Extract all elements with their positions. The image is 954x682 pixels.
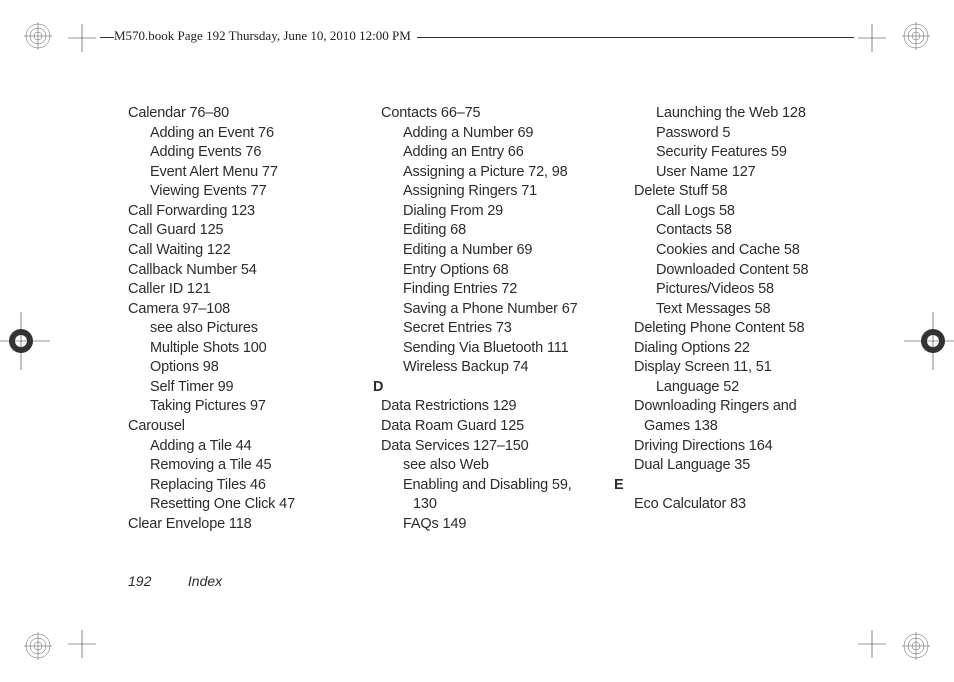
index-entry: Self Timer 99 <box>128 378 381 398</box>
index-entry: Downloading Ringers and <box>634 397 887 417</box>
index-entry: Dialing Options 22 <box>634 339 887 359</box>
index-entry: User Name 127 <box>634 163 887 183</box>
index-column-2: Contacts 66–75Adding a Number 69Adding a… <box>381 104 634 534</box>
index-entry: Wireless Backup 74 <box>381 358 634 378</box>
index-column-1: Calendar 76–80Adding an Event 76Adding E… <box>128 104 381 534</box>
footer-label: Index <box>188 573 222 589</box>
side-registration-icon <box>904 312 954 370</box>
crop-mark-icon <box>68 630 96 658</box>
index-entry: Games 138 <box>634 417 887 437</box>
index-entry: Contacts 58 <box>634 221 887 241</box>
index-entry: Pictures/Videos 58 <box>634 280 887 300</box>
index-entry: Downloaded Content 58 <box>634 261 887 281</box>
index-entry: Adding an Event 76 <box>128 124 381 144</box>
page-number: 192 <box>128 573 184 589</box>
index-entry: Call Guard 125 <box>128 221 381 241</box>
index-column-3: Launching the Web 128Password 5Security … <box>634 104 887 534</box>
index-columns: Calendar 76–80Adding an Event 76Adding E… <box>128 104 887 534</box>
index-entry: Password 5 <box>634 124 887 144</box>
index-entry: Text Messages 58 <box>634 300 887 320</box>
index-entry: Sending Via Bluetooth 111 <box>381 339 634 359</box>
index-entry: Replacing Tiles 46 <box>128 476 381 496</box>
index-entry: Delete Stuff 58 <box>634 182 887 202</box>
index-entry: Eco Calculator 83 <box>634 495 887 515</box>
index-entry: Deleting Phone Content 58 <box>634 319 887 339</box>
index-entry: Launching the Web 128 <box>634 104 887 124</box>
index-entry: Event Alert Menu 77 <box>128 163 381 183</box>
index-entry: Call Logs 58 <box>634 202 887 222</box>
index-entry: Clear Envelope 118 <box>128 515 381 535</box>
index-entry: Call Waiting 122 <box>128 241 381 261</box>
index-entry: Callback Number 54 <box>128 261 381 281</box>
index-entry: FAQs 149 <box>381 515 634 535</box>
index-entry: Contacts 66–75 <box>381 104 634 124</box>
index-entry: 130 <box>381 495 634 515</box>
registration-mark-icon <box>902 22 930 50</box>
registration-mark-icon <box>902 632 930 660</box>
index-entry: Secret Entries 73 <box>381 319 634 339</box>
registration-mark-icon <box>24 632 52 660</box>
index-entry: Camera 97–108 <box>128 300 381 320</box>
index-entry: Entry Options 68 <box>381 261 634 281</box>
index-entry: Dialing From 29 <box>381 202 634 222</box>
index-entry: Saving a Phone Number 67 <box>381 300 634 320</box>
crop-mark-icon <box>858 630 886 658</box>
index-entry: D <box>373 378 634 398</box>
index-entry: Driving Directions 164 <box>634 437 887 457</box>
index-entry: Display Screen 11, 51 <box>634 358 887 378</box>
side-registration-icon <box>0 312 50 370</box>
index-entry: Data Roam Guard 125 <box>381 417 634 437</box>
index-entry: Removing a Tile 45 <box>128 456 381 476</box>
index-entry: Editing 68 <box>381 221 634 241</box>
index-entry: Carousel <box>128 417 381 437</box>
index-entry: Adding an Entry 66 <box>381 143 634 163</box>
index-entry: Adding a Tile 44 <box>128 437 381 457</box>
index-entry: Data Services 127–150 <box>381 437 634 457</box>
index-entry: Options 98 <box>128 358 381 378</box>
index-entry: Viewing Events 77 <box>128 182 381 202</box>
index-entry: Assigning a Picture 72, 98 <box>381 163 634 183</box>
index-entry: Resetting One Click 47 <box>128 495 381 515</box>
index-entry: see also Pictures <box>128 319 381 339</box>
index-entry: Assigning Ringers 71 <box>381 182 634 202</box>
index-entry: Adding Events 76 <box>128 143 381 163</box>
crop-mark-icon <box>858 24 886 52</box>
index-entry: Taking Pictures 97 <box>128 397 381 417</box>
index-entry: Caller ID 121 <box>128 280 381 300</box>
index-entry: Data Restrictions 129 <box>381 397 634 417</box>
index-entry: Enabling and Disabling 59, <box>381 476 634 496</box>
registration-mark-icon <box>24 22 52 50</box>
crop-mark-icon <box>68 24 96 52</box>
index-entry: Editing a Number 69 <box>381 241 634 261</box>
index-entry: Call Forwarding 123 <box>128 202 381 222</box>
index-entry: Adding a Number 69 <box>381 124 634 144</box>
index-entry: Finding Entries 72 <box>381 280 634 300</box>
page-footer: 192 Index <box>128 573 222 589</box>
index-entry: E <box>614 476 887 496</box>
page-header: M570.book Page 192 Thursday, June 10, 20… <box>114 28 417 44</box>
index-entry: Dual Language 35 <box>634 456 887 476</box>
index-entry: Calendar 76–80 <box>128 104 381 124</box>
index-entry: Language 52 <box>634 378 887 398</box>
index-entry: Security Features 59 <box>634 143 887 163</box>
index-entry: Cookies and Cache 58 <box>634 241 887 261</box>
index-entry: Multiple Shots 100 <box>128 339 381 359</box>
index-entry: see also Web <box>381 456 634 476</box>
